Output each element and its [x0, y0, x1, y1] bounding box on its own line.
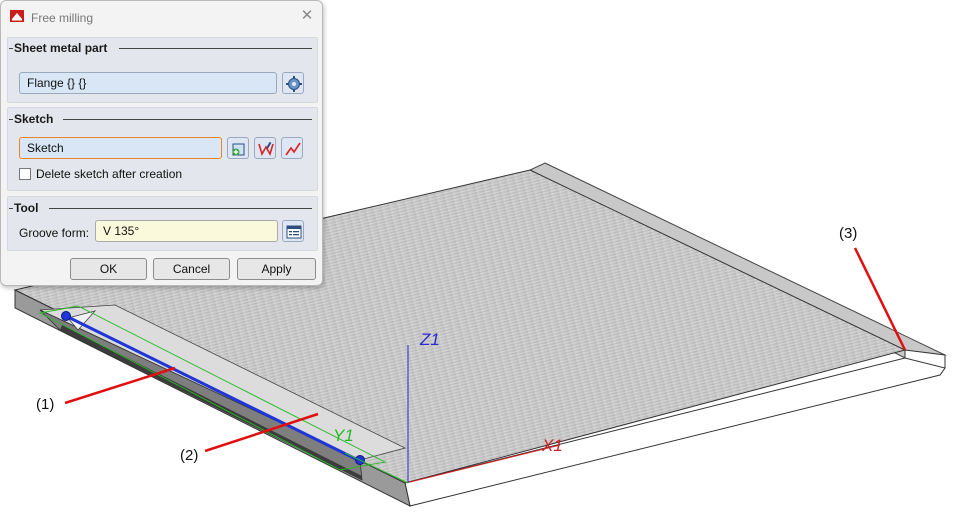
app-logo-icon: [10, 10, 24, 22]
section-divider: [49, 208, 312, 209]
groove-form-field[interactable]: V 135°: [95, 220, 278, 242]
delete-sketch-checkbox[interactable]: [19, 168, 31, 180]
x-axis-label: X1: [541, 436, 563, 455]
cancel-button[interactable]: Cancel: [153, 258, 230, 280]
callout-1-leader: [64, 366, 176, 405]
tool-heading: Tool: [14, 201, 39, 215]
dialog-title: Free milling: [31, 11, 94, 25]
sheet-metal-part-field[interactable]: Flange {} {}: [19, 72, 277, 94]
free-milling-dialog: Free milling ✕ Sheet metal part Flange {…: [0, 0, 323, 286]
part-select-icon: [286, 76, 302, 92]
section-divider: [63, 119, 312, 120]
delete-sketch-label[interactable]: Delete sketch after creation: [36, 167, 182, 181]
section-divider: [9, 119, 13, 120]
edit-sketch-button[interactable]: [254, 137, 276, 159]
sketch-field[interactable]: Sketch: [19, 137, 222, 159]
sketch-heading: Sketch: [14, 112, 54, 126]
callout-1-label: (1): [36, 396, 55, 413]
select-part-button[interactable]: [282, 72, 304, 94]
callout-2-label: (2): [180, 447, 199, 464]
sketch-line-start-point[interactable]: [61, 311, 71, 321]
sheet-metal-part-heading: Sheet metal part: [14, 41, 108, 55]
sketch-line-icon: [285, 142, 301, 156]
z-axis-label: Z1: [419, 330, 440, 349]
catalog-icon: [286, 225, 302, 239]
groove-catalog-button[interactable]: [282, 220, 304, 242]
create-sketch-button[interactable]: [227, 137, 249, 159]
groove-form-label: Groove form:: [19, 226, 90, 240]
close-button[interactable]: ✕: [300, 8, 314, 24]
y-axis-label: Y1: [333, 426, 354, 445]
sketch-add-icon: [232, 143, 245, 156]
section-divider: [119, 48, 312, 49]
section-divider: [9, 48, 13, 49]
apply-button[interactable]: Apply: [237, 258, 316, 280]
ok-button[interactable]: OK: [70, 258, 147, 280]
callout-3-label: (3): [839, 225, 858, 242]
sketch-edit-icon: [258, 141, 274, 157]
dialog-titlebar[interactable]: Free milling ✕: [1, 1, 322, 33]
sketch-line-button[interactable]: [281, 137, 303, 159]
section-divider: [9, 208, 13, 209]
